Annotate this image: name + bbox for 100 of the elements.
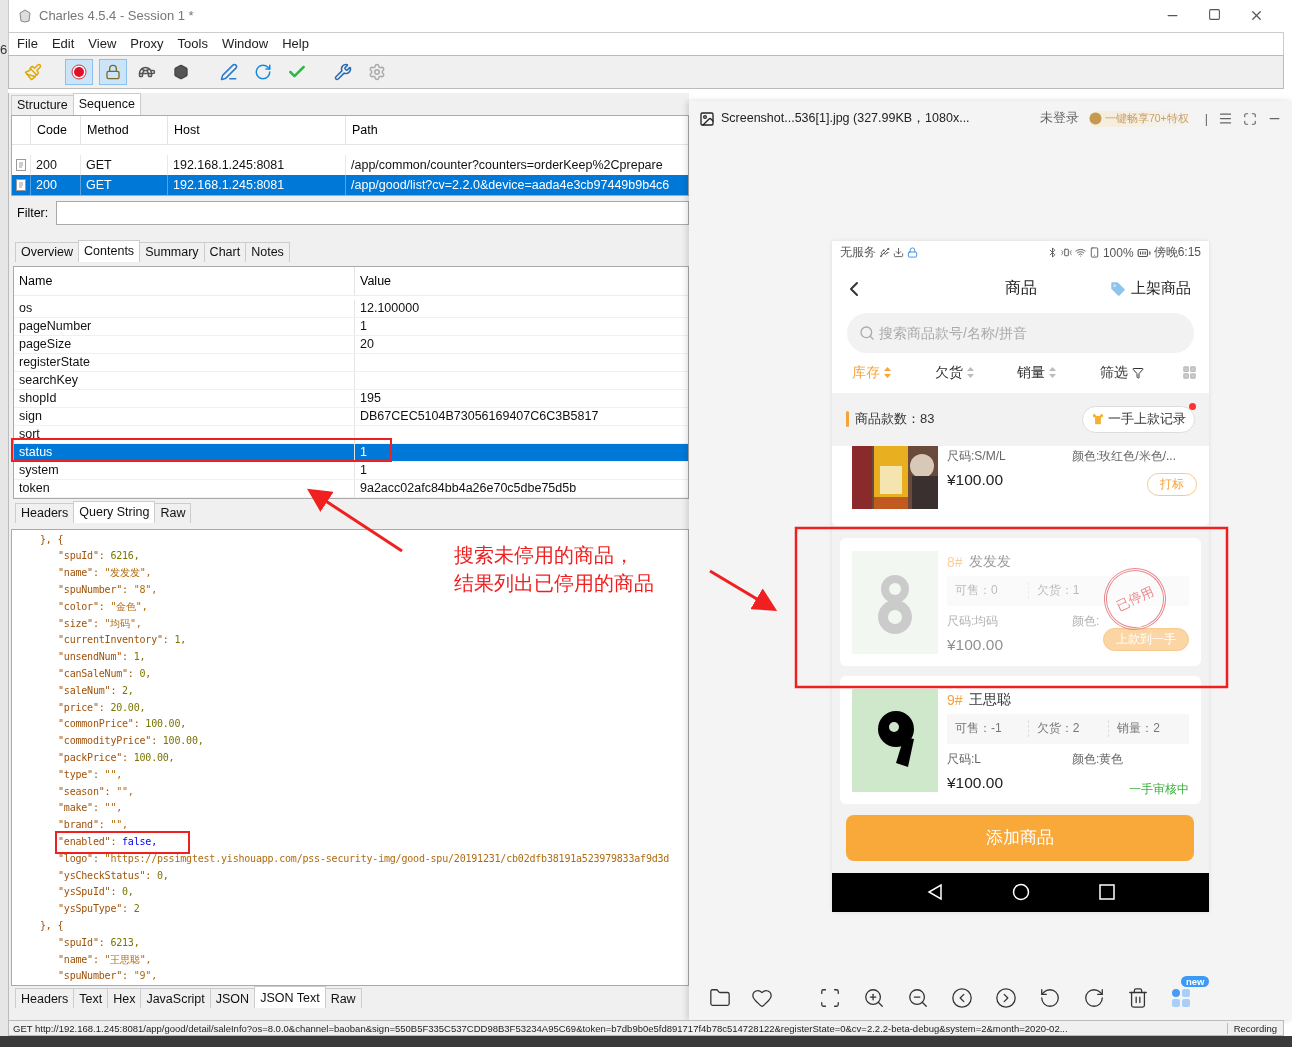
zoom-out-button[interactable] (907, 987, 929, 1010)
tab[interactable]: Headers (15, 502, 75, 523)
menu-item[interactable]: Proxy (130, 36, 164, 52)
toolbar-button[interactable] (65, 58, 93, 85)
tab[interactable]: Raw (154, 502, 192, 523)
tab[interactable]: Summary (139, 241, 205, 262)
window-title: Charles 4.5.4 - Session 1 * (39, 8, 194, 24)
back-nav-icon[interactable] (926, 883, 945, 902)
table-cell: status (19, 445, 53, 460)
code-line: "name": "发发发", (58, 566, 152, 581)
tab[interactable]: Sequence (72, 92, 142, 115)
zoom-in-button[interactable] (863, 987, 885, 1010)
code-line: "size": "均码", (58, 616, 142, 631)
menu-icon[interactable] (1218, 111, 1233, 127)
rotate-right-button[interactable] (1083, 987, 1105, 1010)
tab[interactable]: Overview (15, 241, 80, 262)
column-header[interactable]: Host (167, 115, 345, 144)
sort-tab[interactable]: 筛选 (1099, 363, 1182, 382)
tab[interactable]: Query String (73, 500, 156, 523)
tab[interactable]: Structure (11, 94, 74, 115)
table-cell: searchKey (19, 373, 79, 388)
maximize-icon[interactable] (1208, 8, 1221, 22)
tab[interactable]: Contents (78, 239, 141, 262)
list-product-button[interactable]: 上架商品 (1109, 279, 1199, 299)
tag-icon (1109, 279, 1127, 298)
product-card[interactable]: 9# 王思聪 可售：-1 欠货：2 销量：2 尺码:L 颜色:黄色 ¥100.00 一手审核中 (840, 675, 1201, 804)
delete-icon (1127, 987, 1149, 1010)
column-header[interactable]: Method (80, 115, 167, 144)
search-icon (859, 324, 875, 341)
stat-text: 欠货：1 (1027, 582, 1109, 600)
menu-item[interactable]: File (17, 36, 38, 52)
stat-text: 可售：-1 (954, 720, 1003, 738)
color-text: 颜色:黄色 (1072, 751, 1125, 769)
param-row[interactable]: os 12.100000 (14, 299, 688, 318)
shirt-icon (1091, 412, 1105, 427)
menu-item[interactable]: Edit (51, 36, 75, 52)
rotate-left-button[interactable] (1039, 987, 1061, 1010)
previous-button[interactable] (951, 987, 973, 1010)
menu-item[interactable]: Help (282, 36, 309, 52)
menu-item[interactable]: Window (221, 36, 269, 52)
fullscreen-icon[interactable] (1243, 111, 1257, 126)
code-line: "type": "", (58, 767, 123, 782)
document-icon (16, 178, 26, 191)
tab[interactable]: JavaScript (140, 988, 211, 1009)
code-line: "saleNum": 2, (58, 683, 134, 698)
request-row[interactable]: 200 GET 192.168.1.245:8081 /app/good/list?cv=2.2.0&device=aada4e3cb97449b9b4c6 (12, 174, 688, 195)
tab[interactable]: Raw (324, 988, 362, 1009)
table-cell: 1 (360, 445, 367, 460)
wifi-icon (1074, 247, 1086, 259)
battery-text: 100% (1102, 245, 1134, 260)
code-line: "ysSpuId": 0, (58, 885, 134, 900)
search-field[interactable]: 搜索商品款号/名称/拼音 (847, 312, 1194, 353)
product-code: 8# (947, 553, 963, 570)
settings-icon (368, 62, 386, 81)
table-cell: DB67CEC5104B73056169407C6C3B5817 (360, 409, 599, 424)
column-header[interactable]: Path (345, 115, 688, 144)
code-line: "enabled": false, (58, 833, 187, 851)
code-line: }, { (40, 918, 64, 933)
table-cell: 9a2acc02afc84bb4a26e70c5dbe75d5b (360, 481, 577, 496)
product-name: 王思聪 (968, 690, 1011, 709)
code-line: "season": "", (58, 784, 134, 799)
delete-button[interactable] (1127, 987, 1149, 1010)
table-cell: /app/good/list?cv=2.2.0&device=aada4e3cb97449b9b4c6 (345, 174, 688, 195)
fit-screen-button[interactable] (819, 987, 841, 1010)
product-card[interactable]: 尺码:S/M/L 颜色:玫红色/米色/... ¥100.00 打标 (832, 445, 1209, 526)
table-cell: token (19, 481, 50, 496)
rotate-left-icon (1039, 987, 1061, 1010)
code-line: "spuNumber": "9", (58, 969, 157, 984)
login-status[interactable]: 未登录 (1039, 110, 1079, 128)
column-header[interactable]: Name (14, 266, 354, 295)
sim-icon (1088, 247, 1100, 259)
status-url: GET http://192.168.1.245:8081/app/good/detail/saleInfo?os=8.0.0&channel=baoban&sign=550B5F335C537CDD98B3F53234A95C69&token=b7db9b0e5fd891717f4b78c514728122&registerState=0&cv=2.2.2-beta-debug&system=2&month=2020-02... (12, 1022, 1069, 1034)
sort-tab[interactable]: 销量 (1017, 363, 1100, 382)
sort-tab[interactable]: 欠货 (934, 363, 1017, 382)
tab[interactable]: Notes (245, 241, 290, 262)
lock-icon (907, 247, 918, 259)
carrier-text: 无服务 (840, 244, 876, 262)
recents-nav-icon[interactable] (1098, 884, 1115, 901)
filter-label: Filter: (17, 205, 49, 220)
filter-icon (1131, 366, 1144, 379)
tab[interactable]: Headers (15, 988, 75, 1009)
stat-text: 可售：0 (954, 582, 999, 600)
menu-item[interactable]: Tools (177, 36, 208, 52)
tab[interactable]: JSON Text (254, 986, 326, 1009)
heart-button[interactable] (751, 987, 773, 1010)
code-line: "commodityPrice": 100.00, (58, 734, 204, 749)
next-button[interactable] (995, 987, 1017, 1010)
notification-dot (1189, 402, 1196, 410)
column-header[interactable]: Code (30, 115, 80, 144)
home-nav-icon[interactable] (1012, 883, 1031, 902)
table-cell: 192.168.1.245:8081 (167, 174, 345, 195)
record-button[interactable]: 一手上款记录 (1082, 405, 1195, 433)
recording-status: Recording (1226, 1022, 1283, 1034)
column-header[interactable]: Value (354, 266, 688, 295)
fit-screen-icon (819, 987, 841, 1010)
filter-field[interactable] (56, 200, 689, 225)
product-count: 商品款数：83 (855, 410, 935, 429)
table-cell: sign (19, 409, 42, 424)
menu-item[interactable]: View (88, 36, 117, 52)
toolbar-button[interactable] (99, 58, 127, 85)
